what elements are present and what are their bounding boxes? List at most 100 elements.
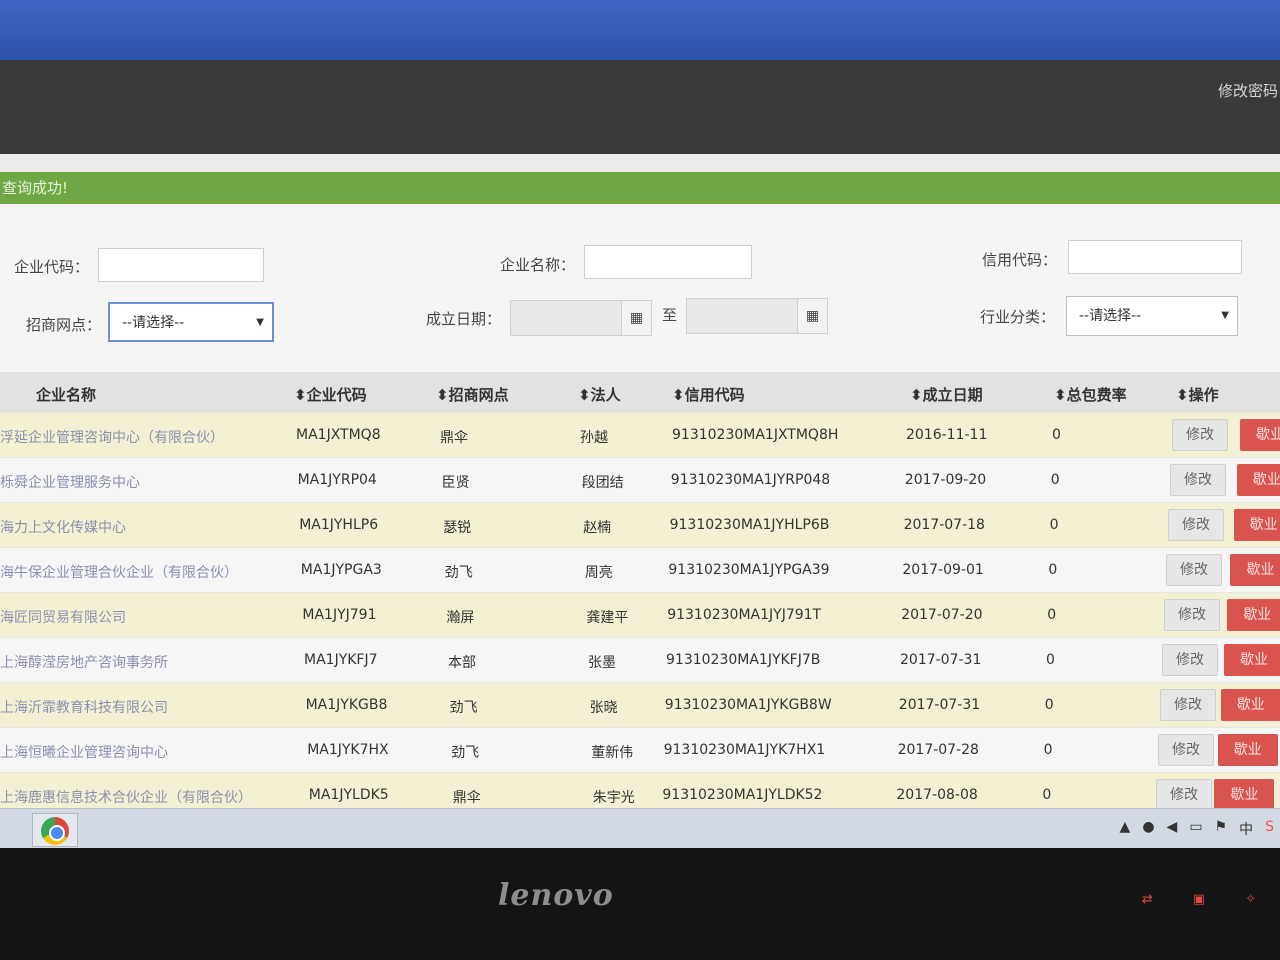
table-row[interactable]: 上海醇滢房地产咨询事务所 MA1JYKFJ7 本部 张墨 91310230MA1JYKF… <box>0 637 1280 682</box>
cell-rate: 0 <box>1042 787 1052 803</box>
cell-name: 栎舜企业管理服务中心 <box>0 475 140 491</box>
edit-button[interactable]: 修改 <box>1160 689 1216 721</box>
edit-button[interactable]: 修改 <box>1164 599 1220 631</box>
filter-panel: 企业代码： 企业名称： 信用代码： 招商网点： --请选择-- ▼ 成立日期： … <box>0 208 1280 372</box>
cell-date: 2017-07-31 <box>898 697 981 713</box>
cell-code: MA1JYHLP6 <box>299 517 379 533</box>
flag-icon[interactable]: ⚑ <box>1215 819 1228 839</box>
table-row[interactable]: 栎舜企业管理服务中心 MA1JYRP04 臣贤 段团结 91310230MA1JYRP0… <box>0 457 1280 502</box>
suspend-button[interactable]: 歇业 <box>1240 419 1280 451</box>
edit-button[interactable]: 修改 <box>1162 644 1218 676</box>
monitor-bezel: lenovo ⇄ ▣ ✧ <box>0 848 1280 960</box>
cell-name: 海匠同贸易有限公司 <box>0 610 126 626</box>
user-icon[interactable]: ● <box>1142 819 1154 839</box>
company-code-label: 企业代码： <box>14 258 90 276</box>
change-password-link[interactable]: 修改密码 <box>1218 80 1278 101</box>
date-to-label: 至 <box>662 306 678 324</box>
cell-branch: 瑟锐 <box>443 520 472 536</box>
branch-select[interactable]: --请选择-- ▼ <box>108 302 274 342</box>
table-row[interactable]: 上海沂霏教育科技有限公司 MA1JYKGB8 劲飞 张晓 91310230MA1JYKG… <box>0 682 1280 727</box>
cell-date: 2017-08-08 <box>896 787 978 803</box>
monitor-brightness-icon[interactable]: ✧ <box>1245 892 1256 907</box>
cell-rate: 0 <box>1052 427 1061 443</box>
cell-credit: 91310230MA1JYJ791T <box>667 607 822 623</box>
cell-name: 上海醇滢房地产咨询事务所 <box>0 655 168 671</box>
cell-date: 2017-09-20 <box>904 472 987 488</box>
calendar-icon[interactable]: ▦ <box>797 299 827 333</box>
cell-credit: 91310230MA1JYKFJ7B <box>666 652 821 668</box>
cell-rate: 0 <box>1050 472 1060 488</box>
suspend-button[interactable]: 歇业 <box>1233 509 1280 541</box>
cell-legal: 董新伟 <box>591 745 634 761</box>
cell-legal: 段团结 <box>581 475 624 491</box>
edit-button[interactable]: 修改 <box>1156 779 1212 811</box>
cell-legal: 赵楠 <box>583 520 612 536</box>
suspend-button[interactable]: 歇业 <box>1227 599 1280 631</box>
company-code-input[interactable] <box>98 248 264 282</box>
column-header-code[interactable]: ⬍企业代码 <box>294 384 367 405</box>
edit-button[interactable]: 修改 <box>1158 734 1214 766</box>
cell-name: 上海恒曦企业管理咨询中心 <box>0 745 168 761</box>
cell-credit: 91310230MA1JXTMQ8H <box>672 427 839 443</box>
cell-legal: 张晓 <box>589 700 618 716</box>
industry-select[interactable]: --请选择-- ▼ <box>1066 296 1238 336</box>
column-header-rate[interactable]: ⬍总包费率 <box>1054 384 1127 405</box>
network-icon[interactable]: ▭ <box>1189 819 1202 839</box>
ime-indicator[interactable]: 中 <box>1239 819 1253 839</box>
suspend-button[interactable]: 歇业 <box>1224 644 1280 676</box>
cell-date: 2017-07-28 <box>897 742 979 758</box>
branch-select-value: --请选择-- <box>122 315 185 331</box>
table-row[interactable]: 浮延企业管理咨询中心（有限合伙） MA1JXTMQ8 鼎伞 孙越 91310230MA1… <box>0 412 1280 457</box>
monitor-menu-icon[interactable]: ▣ <box>1193 892 1205 907</box>
found-date-start-input[interactable]: ▦ <box>510 300 652 336</box>
table-header: 企业名称 ⬍企业代码 ⬍招商网点 ⬍法人 ⬍信用代码 ⬍成立日期 ⬍总包费率 ⬍… <box>0 372 1280 412</box>
cell-code: MA1JYK7HX <box>307 742 389 758</box>
column-header-credit[interactable]: ⬍信用代码 <box>672 384 745 405</box>
suspend-button[interactable]: 歇业 <box>1230 554 1280 586</box>
cell-legal: 孙越 <box>580 430 608 446</box>
cell-rate: 0 <box>1048 562 1058 578</box>
column-header-name[interactable]: 企业名称 <box>36 384 96 405</box>
browser-screen: 修改密码 查询成功! 企业代码： 企业名称： 信用代码： 招商网点： --请选择… <box>0 0 1280 848</box>
column-header-legal[interactable]: ⬍法人 <box>578 384 621 405</box>
sogou-icon[interactable]: S <box>1265 819 1274 839</box>
edit-button[interactable]: 修改 <box>1172 419 1228 451</box>
company-name-label: 企业名称： <box>500 256 576 274</box>
company-name-input[interactable] <box>584 245 752 279</box>
edit-button[interactable]: 修改 <box>1168 509 1224 541</box>
suspend-button[interactable]: 歇业 <box>1217 734 1278 766</box>
cell-branch: 鼎伞 <box>452 790 481 806</box>
industry-label: 行业分类： <box>980 308 1056 326</box>
enterprise-table: 企业名称 ⬍企业代码 ⬍招商网点 ⬍法人 ⬍信用代码 ⬍成立日期 ⬍总包费率 ⬍… <box>0 372 1280 817</box>
edit-button[interactable]: 修改 <box>1170 464 1226 496</box>
suspend-button[interactable]: 歇业 <box>1214 779 1275 811</box>
suspend-button[interactable]: 歇业 <box>1236 464 1280 496</box>
suspend-button[interactable]: 歇业 <box>1220 689 1280 721</box>
tray-arrow-icon[interactable]: ▲ <box>1120 819 1131 839</box>
found-date-end-input[interactable]: ▦ <box>686 298 828 334</box>
credit-code-input[interactable] <box>1068 240 1242 274</box>
monitor-input-icon[interactable]: ⇄ <box>1142 892 1153 907</box>
column-header-branch[interactable]: ⬍招商网点 <box>436 384 509 405</box>
breadcrumb-bar <box>0 154 1280 174</box>
cell-legal: 朱宇光 <box>592 790 635 806</box>
cell-date: 2017-09-01 <box>902 562 984 578</box>
cell-rate: 0 <box>1049 517 1059 533</box>
volume-icon[interactable]: ◀ <box>1167 819 1178 839</box>
calendar-icon[interactable]: ▦ <box>621 301 651 335</box>
column-header-actions: ⬍操作 <box>1176 386 1219 404</box>
cell-rate: 0 <box>1046 652 1055 668</box>
table-row[interactable]: 海匠同贸易有限公司 MA1JYJ791 瀚屏 龚建平 91310230MA1JYJ791… <box>0 592 1280 637</box>
cell-date: 2017-07-20 <box>901 607 983 623</box>
branch-label: 招商网点： <box>26 316 102 334</box>
table-row[interactable]: 海牛保企业管理合伙企业（有限合伙） MA1JYPGA3 劲飞 周亮 91310230MA… <box>0 547 1280 592</box>
chrome-taskbar-button[interactable] <box>32 813 78 847</box>
found-date-label: 成立日期： <box>426 310 502 328</box>
table-row[interactable]: 上海恒曦企业管理咨询中心 MA1JYK7HX 劲飞 董新伟 91310230MA1JYK… <box>0 727 1280 772</box>
chevron-down-icon: ▼ <box>256 317 264 328</box>
industry-select-value: --请选择-- <box>1079 308 1142 324</box>
edit-button[interactable]: 修改 <box>1166 554 1222 586</box>
table-row[interactable]: 海力上文化传媒中心 MA1JYHLP6 瑟锐 赵楠 91310230MA1JYHLP6B… <box>0 502 1280 547</box>
column-header-date[interactable]: ⬍成立日期 <box>910 384 983 405</box>
cell-rate: 0 <box>1043 742 1053 758</box>
